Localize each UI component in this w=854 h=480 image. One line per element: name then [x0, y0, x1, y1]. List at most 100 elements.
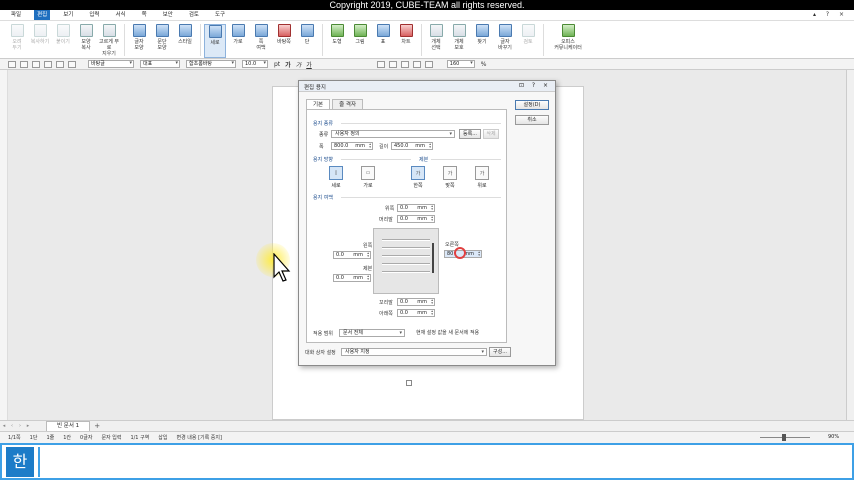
margin-bottom-field[interactable]: 0.0 mm ▴ ▾: [397, 309, 435, 317]
margin-header-label: 머리말: [379, 217, 393, 223]
ribbon-button-style[interactable]: 스타일: [174, 24, 196, 58]
status-cell: 1칸: [63, 435, 72, 441]
ribbon-button-table[interactable]: 표: [372, 24, 394, 58]
distribute-icon[interactable]: [424, 60, 433, 68]
ribbon-button-label: 검토: [523, 39, 533, 45]
ribbon-button-para-shape[interactable]: 문단 모양: [151, 24, 173, 58]
select-object-icon: [429, 24, 443, 37]
print-icon[interactable]: [44, 60, 52, 68]
font-size-select[interactable]: 10.0: [242, 60, 268, 68]
ribbon-button-chart[interactable]: 차트: [395, 24, 417, 58]
orientation-portrait-option[interactable]: ▯ 세로: [327, 166, 345, 194]
align-center-icon[interactable]: [400, 60, 409, 68]
ribbon-button-landscape[interactable]: 가로: [227, 24, 249, 58]
ribbon-button-format-painter[interactable]: 모양 복사: [75, 24, 97, 58]
binding-facing-option[interactable]: 가 맞쪽: [441, 166, 459, 194]
paper-width-field[interactable]: 800.0 mm ▴ ▾: [331, 142, 373, 150]
align-left-icon[interactable]: [388, 60, 397, 68]
ribbon-button-eraser[interactable]: 고르게 부로 지우기: [98, 24, 120, 58]
cancel-button[interactable]: 취소: [515, 115, 549, 125]
zoom-select[interactable]: 160: [446, 60, 475, 68]
ribbon-separator: [200, 24, 201, 56]
apply-range-select[interactable]: 문서 전체: [339, 329, 405, 337]
margin-gutter-field[interactable]: 0.0 mm ▴ ▾: [333, 274, 371, 282]
save-icon[interactable]: [32, 60, 40, 68]
binding-top-option[interactable]: 가 위로: [473, 166, 491, 194]
open-icon[interactable]: [20, 60, 28, 68]
menu-file[interactable]: 파일: [8, 10, 24, 20]
menu-format[interactable]: 서식: [113, 10, 129, 20]
tab-first-icon[interactable]: ◂: [0, 423, 8, 429]
dialog-close-icon[interactable]: ⊡ ? ×: [519, 82, 551, 89]
ribbon-button-select-object[interactable]: 개체 선택: [425, 24, 447, 58]
menu-tools[interactable]: 도구: [212, 10, 228, 20]
menu-page[interactable]: 쪽: [139, 10, 150, 20]
tab-prev-icon[interactable]: ‹: [8, 423, 16, 429]
register-button[interactable]: 등록...: [459, 129, 481, 139]
ribbon-button-copy[interactable]: 복사하기: [29, 24, 51, 58]
panel-divider: [38, 447, 40, 477]
margin-top-field[interactable]: 0.0 mm ▴ ▾: [397, 204, 435, 212]
ribbon-button-paste[interactable]: 붙이기: [52, 24, 74, 58]
tab-document-1[interactable]: 빈 문서 1: [46, 421, 91, 431]
ribbon-button-communicator[interactable]: 오피스 커뮤니케이터: [547, 24, 589, 58]
italic-button[interactable]: 가: [296, 60, 302, 69]
paper-kind-select[interactable]: 사용자 정의: [331, 130, 455, 138]
status-track-changes[interactable]: 변경 내용 [기록 중지]: [176, 434, 221, 441]
window-controls[interactable]: ▴ ? ×: [813, 11, 848, 18]
menu-view[interactable]: 보기: [60, 10, 76, 20]
new-doc-icon[interactable]: [8, 60, 16, 68]
ribbon-button-char-shape[interactable]: 글자 모양: [128, 24, 150, 58]
menu-security[interactable]: 보안: [160, 10, 176, 20]
ribbon-button-find[interactable]: 찾기: [471, 24, 493, 58]
paper-length-field[interactable]: 450.0 mm ▴ ▾: [391, 142, 433, 150]
orientation-landscape-option[interactable]: ▭ 가로: [359, 166, 377, 194]
font-select[interactable]: 함초롬바탕: [186, 60, 236, 68]
ribbon-button-protect-object[interactable]: 개체 보호: [448, 24, 470, 58]
underline-button[interactable]: 가: [306, 60, 312, 69]
dialog-setting-select[interactable]: 사용자 지정: [341, 348, 487, 356]
ribbon-button-columns[interactable]: 단: [296, 24, 318, 58]
margin-left-field[interactable]: 0.0 mm ▴ ▾: [333, 251, 371, 259]
ribbon-button-label: 고르게 부로 지우기: [99, 39, 119, 57]
ribbon-button-shape[interactable]: 도형: [326, 24, 348, 58]
zoom-slider-thumb[interactable]: [782, 434, 786, 441]
ribbon-button-picture[interactable]: 그림: [349, 24, 371, 58]
tab-line-grid[interactable]: 줄 격자: [332, 99, 364, 109]
ribbon-button-label: 문단 모양: [157, 39, 167, 51]
bold-button[interactable]: 가: [285, 60, 291, 69]
menu-insert[interactable]: 입력: [86, 10, 102, 20]
delete-button[interactable]: 삭제: [483, 129, 499, 139]
tab-last-icon[interactable]: ▸: [24, 423, 32, 429]
dialog-titlebar[interactable]: 편집 용지 ⊡ ? ×: [299, 81, 555, 92]
redo-icon[interactable]: [68, 60, 76, 68]
style-select[interactable]: 바탕글: [88, 60, 134, 68]
menu-review[interactable]: 검토: [186, 10, 202, 20]
status-input-mode[interactable]: 문자 입력: [101, 434, 121, 441]
undo-icon[interactable]: [56, 60, 64, 68]
preview-line: [382, 247, 430, 249]
ribbon-button-cut[interactable]: 오려 두기: [6, 24, 28, 58]
language-select[interactable]: 대표: [140, 60, 180, 68]
align-right-icon[interactable]: [412, 60, 421, 68]
status-insert-mode[interactable]: 삽입: [158, 434, 167, 441]
tab-next-icon[interactable]: ›: [16, 423, 24, 429]
binding-single-option[interactable]: 가 한쪽: [409, 166, 427, 194]
apply-new-doc-checkbox[interactable]: [406, 380, 412, 386]
portrait-icon: ▯: [329, 166, 343, 180]
ribbon-button-portrait[interactable]: 세로: [204, 24, 226, 58]
tab-basic[interactable]: 기본: [306, 99, 331, 109]
menu-edit[interactable]: 편집: [34, 10, 51, 20]
ok-button[interactable]: 설정(D): [515, 100, 549, 110]
add-tab-button[interactable]: +: [94, 422, 100, 430]
ribbon-button-master-page[interactable]: 바탕쪽: [273, 24, 295, 58]
margin-header-field[interactable]: 0.0 mm ▴ ▾: [397, 215, 435, 223]
margin-footer-field[interactable]: 0.0 mm ▴ ▾: [397, 298, 435, 306]
configure-button[interactable]: 구성...: [489, 347, 511, 357]
ribbon-button-replace[interactable]: 글자 바꾸기: [494, 24, 516, 58]
vertical-scrollbar[interactable]: [846, 70, 854, 420]
align-justify-icon[interactable]: [376, 60, 385, 68]
ribbon-button-margin[interactable]: 쪽 여백: [250, 24, 272, 58]
ribbon-button-label: 복사하기: [30, 39, 50, 45]
ribbon-button-review[interactable]: 검토: [517, 24, 539, 58]
